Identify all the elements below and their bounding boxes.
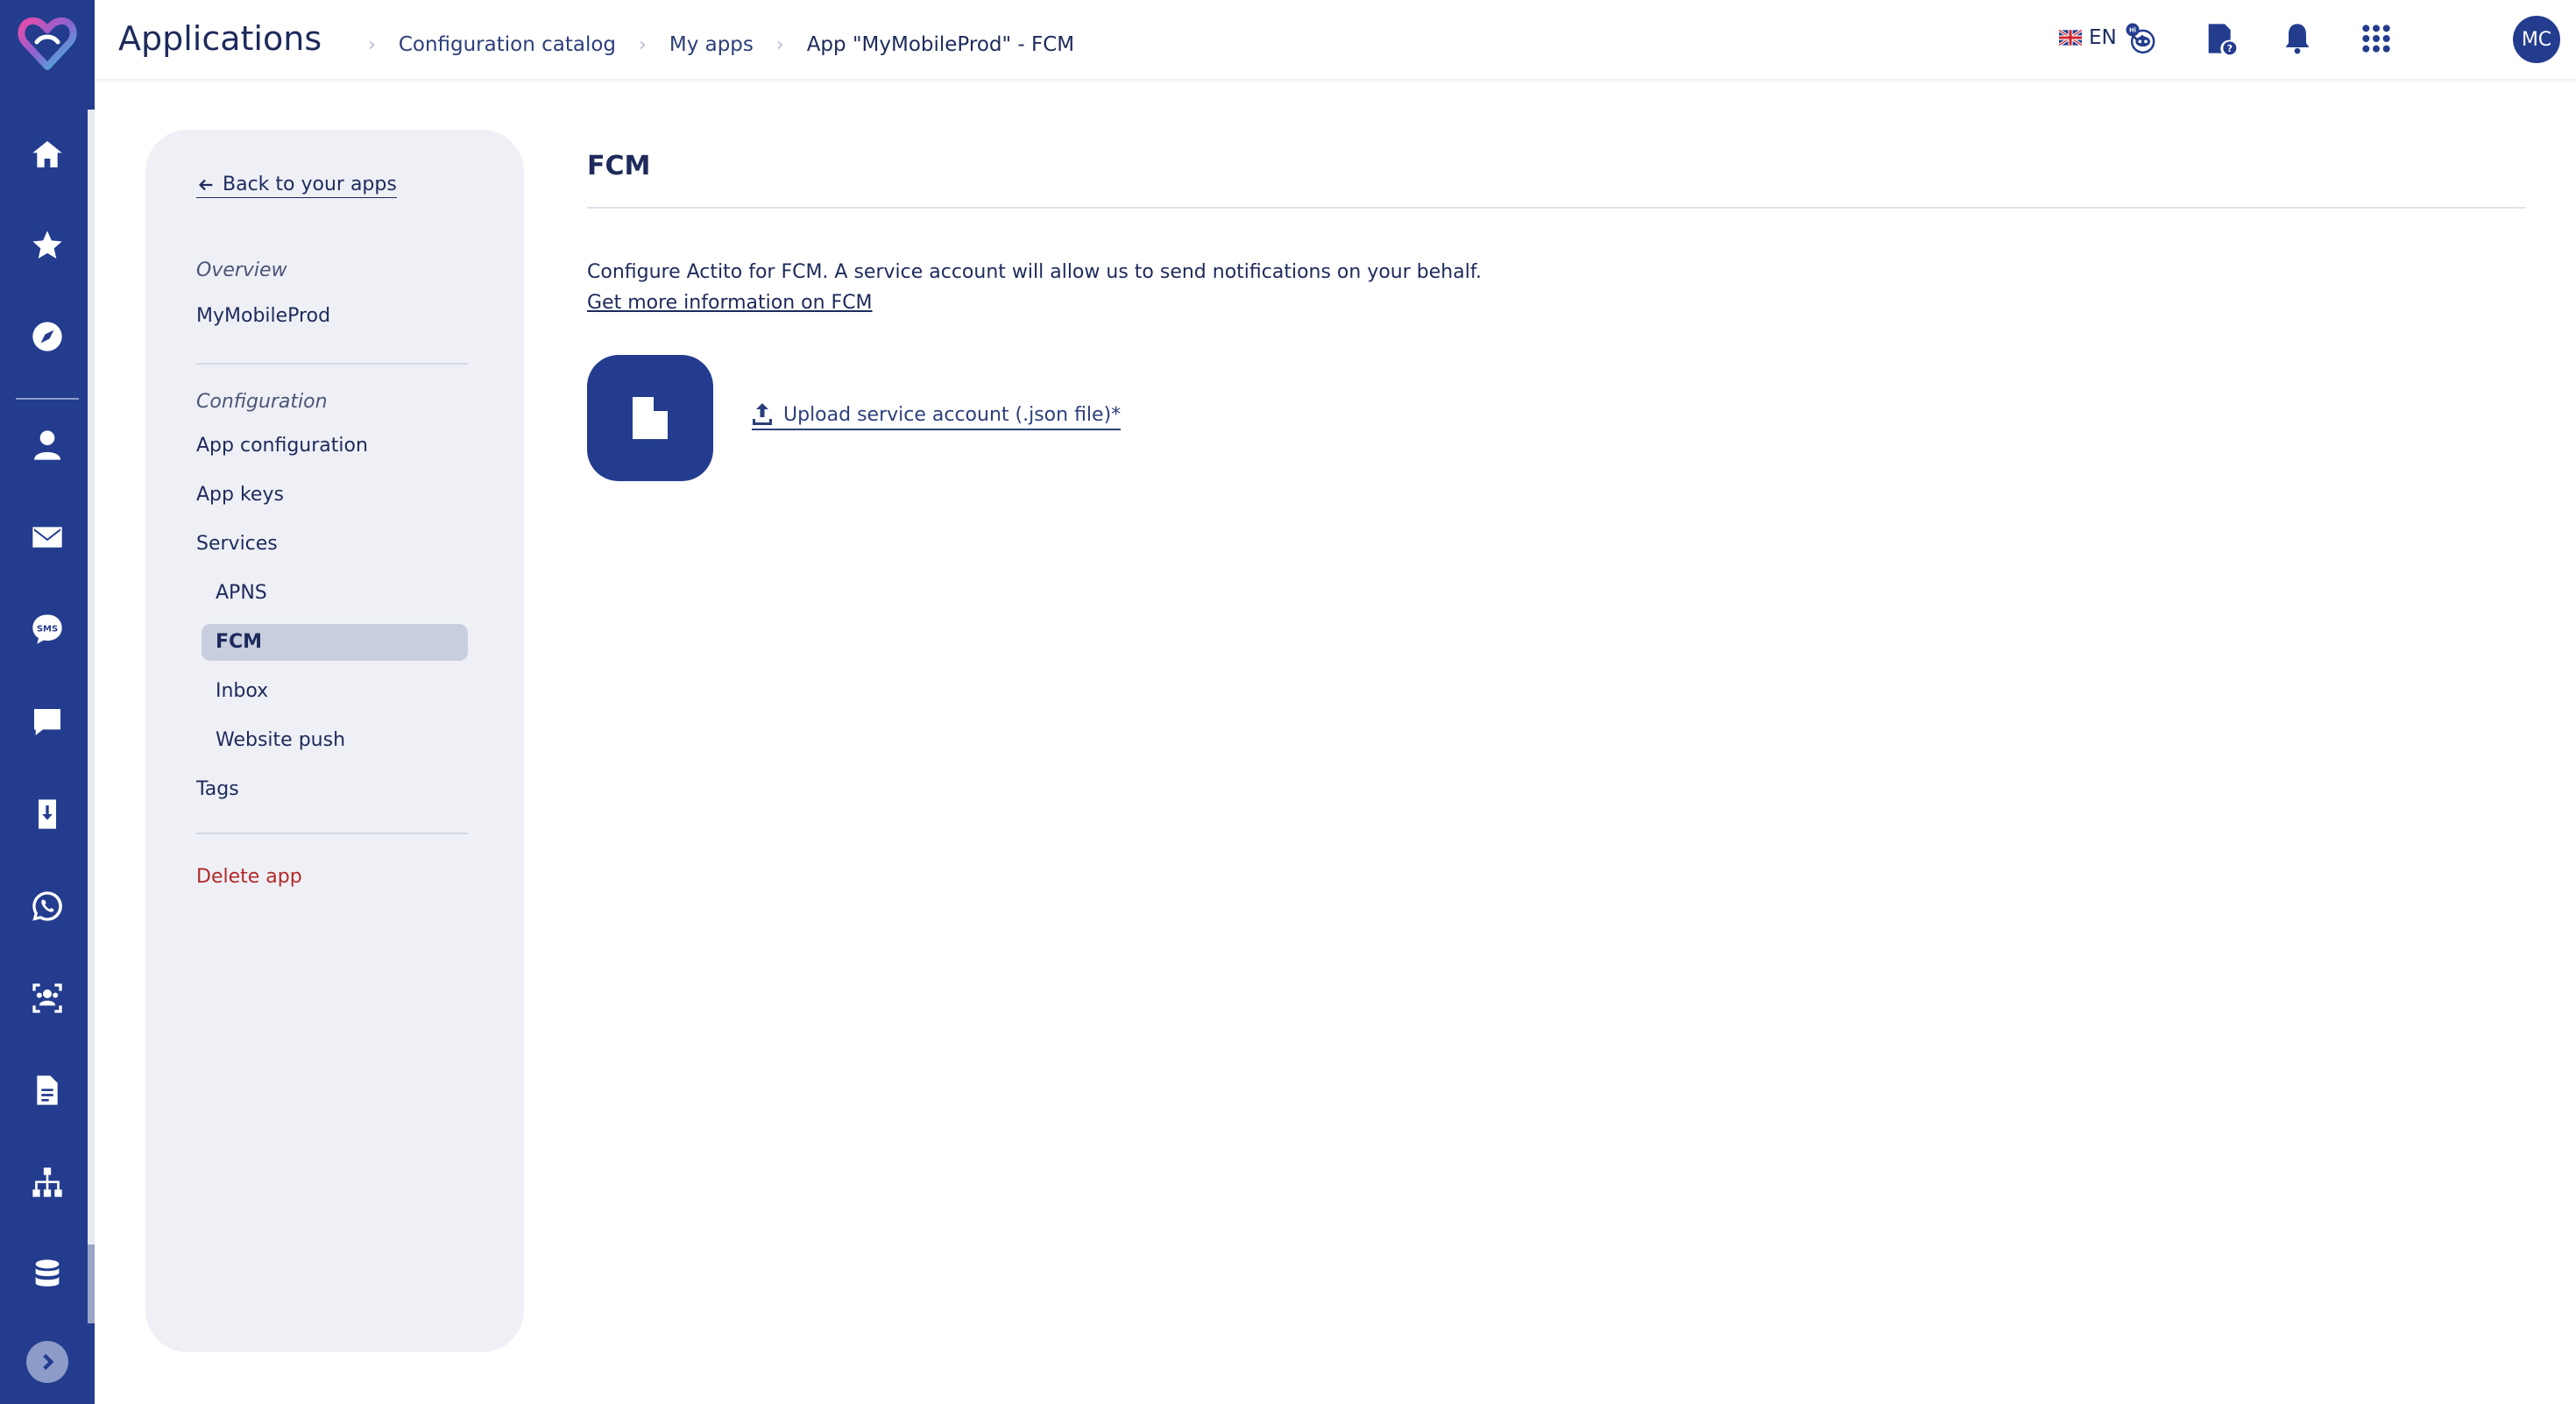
mail-icon[interactable]	[26, 516, 68, 558]
database-icon[interactable]	[26, 1253, 68, 1295]
app-settings-sidebar: Back to your apps Overview MyMobileProd …	[145, 130, 524, 1352]
svg-text:?: ?	[2227, 43, 2233, 54]
upload-icon	[753, 403, 772, 425]
fcm-info-link[interactable]: Get more information on FCM	[587, 292, 873, 314]
hierarchy-icon[interactable]	[26, 1161, 68, 1203]
back-link-label: Back to your apps	[223, 174, 397, 195]
language-code: EN	[2089, 26, 2117, 49]
breadcrumb-separator-icon: ›	[639, 33, 647, 56]
uk-flag-icon	[2059, 30, 2082, 46]
sms-icon[interactable]: SMS	[26, 608, 68, 650]
home-icon[interactable]	[26, 133, 68, 175]
configuration-section-label: Configuration	[196, 391, 328, 413]
breadcrumb-my-apps[interactable]: My apps	[669, 33, 754, 56]
rail-scrollbar-track[interactable]	[88, 110, 95, 1323]
sidebar-item-app-name[interactable]: MyMobileProd	[196, 305, 330, 327]
help-document-icon[interactable]: ?	[2199, 18, 2241, 60]
upload-service-account-button[interactable]: Upload service account (.json file)*	[752, 403, 1122, 430]
upload-label: Upload service account (.json file)*	[783, 403, 1122, 426]
delete-app-button[interactable]: Delete app	[196, 866, 302, 888]
breadcrumb-current: App "MyMobileProd" - FCM	[806, 33, 1075, 56]
svg-text:Hi: Hi	[2129, 27, 2136, 34]
assistant-bot-icon[interactable]: Hi	[2120, 18, 2162, 60]
fcm-description: Configure Actito for FCM. A service acco…	[587, 261, 1482, 283]
chevron-right-icon	[43, 1353, 54, 1371]
section-title: FCM	[587, 151, 651, 181]
chat-icon[interactable]	[26, 701, 68, 743]
breadcrumb-separator-icon: ›	[775, 33, 784, 56]
rail-scrollbar-thumb[interactable]	[88, 1244, 95, 1323]
file-placeholder-tile	[587, 355, 713, 481]
svg-text:SMS: SMS	[37, 625, 58, 635]
sidebar-item-fcm[interactable]: FCM	[216, 631, 262, 653]
audience-icon[interactable]	[26, 977, 68, 1019]
star-icon[interactable]	[26, 224, 68, 266]
mobile-push-icon[interactable]	[26, 793, 68, 835]
whatsapp-icon[interactable]	[26, 885, 68, 927]
bell-icon[interactable]	[2276, 18, 2318, 60]
brand-logo[interactable]	[16, 12, 79, 75]
sidebar-divider	[196, 833, 468, 834]
sidebar-item-apns[interactable]: APNS	[216, 582, 267, 604]
apps-grid-icon[interactable]	[2355, 18, 2397, 60]
top-bar: Applications › Configuration catalog › M…	[95, 0, 2576, 79]
breadcrumb: › Configuration catalog › My apps › App …	[345, 33, 1074, 56]
sidebar-divider	[196, 363, 468, 365]
rail-divider	[16, 398, 79, 400]
expand-rail-button[interactable]	[26, 1341, 68, 1383]
breadcrumb-configuration-catalog[interactable]: Configuration catalog	[399, 33, 616, 56]
title-divider	[587, 207, 2525, 209]
back-to-apps-link[interactable]: Back to your apps	[196, 174, 397, 198]
sidebar-item-tags[interactable]: Tags	[196, 778, 239, 800]
user-avatar[interactable]: MC	[2513, 16, 2560, 63]
left-nav-rail: SMS	[0, 0, 95, 1404]
sidebar-item-app-keys[interactable]: App keys	[196, 484, 284, 506]
sidebar-item-app-configuration[interactable]: App configuration	[196, 435, 368, 457]
page-title: Applications	[118, 19, 322, 58]
file-icon	[633, 397, 668, 439]
breadcrumb-separator-icon: ›	[368, 33, 376, 56]
person-icon[interactable]	[26, 424, 68, 466]
sidebar-item-inbox[interactable]: Inbox	[216, 680, 268, 702]
overview-section-label: Overview	[196, 259, 287, 281]
compass-icon[interactable]	[26, 316, 68, 358]
sidebar-item-website-push[interactable]: Website push	[216, 729, 345, 751]
document-icon[interactable]	[26, 1069, 68, 1111]
arrow-left-icon	[198, 179, 213, 190]
sidebar-item-services[interactable]: Services	[196, 533, 278, 555]
